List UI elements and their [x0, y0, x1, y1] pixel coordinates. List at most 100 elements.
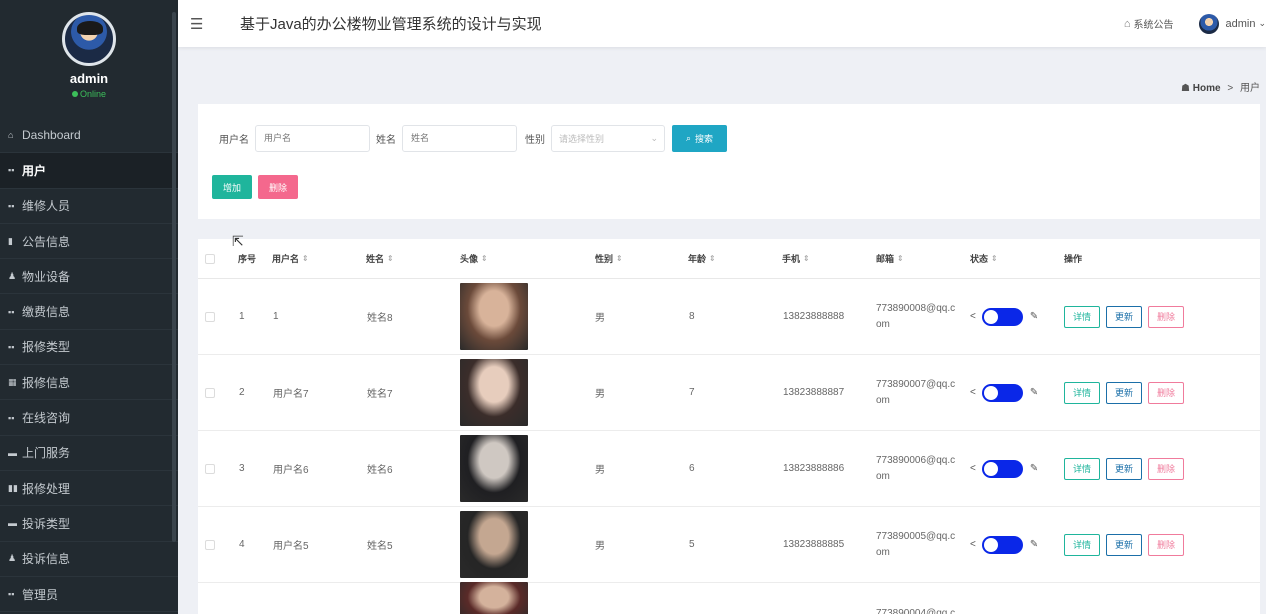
user-menu[interactable]: admin ⌄: [1199, 13, 1266, 34]
sidebar: admin Online ⌂ Dashboard ▪▪ 用户 ▪▪ 维修人员 ▮ 公告信息 ♟ 物…: [0, 0, 178, 614]
share-icon[interactable]: <: [970, 311, 976, 322]
breadcrumb-current: 用户: [1240, 83, 1260, 94]
detail-button[interactable]: 详情: [1064, 533, 1101, 556]
sidebar-item-12[interactable]: ♟ 投诉信息: [0, 542, 178, 577]
breadcrumb-home[interactable]: Home: [1193, 83, 1221, 94]
sidebar-item-0[interactable]: ⌂ Dashboard: [0, 118, 178, 154]
sidebar-item-1[interactable]: ▪▪ 用户: [0, 153, 178, 189]
share-icon[interactable]: <: [970, 387, 976, 398]
status-toggle[interactable]: [981, 535, 1023, 554]
detail-button[interactable]: 详情: [1064, 457, 1101, 480]
sort-icon[interactable]: ⇕: [897, 254, 904, 263]
sidebar-item-label: Dashboard: [22, 128, 81, 143]
sort-icon[interactable]: ⇕: [991, 254, 998, 263]
sidebar-scrollbar[interactable]: [172, 12, 176, 542]
column-header-email[interactable]: 邮箱: [876, 252, 894, 265]
name-search-input[interactable]: [402, 124, 517, 152]
sidebar-item-2[interactable]: ▪▪ 维修人员: [0, 189, 178, 224]
sort-icon[interactable]: ⇕: [481, 254, 488, 263]
breadcrumb-separator: >: [1227, 83, 1234, 94]
sidebar-item-3[interactable]: ▮ 公告信息: [0, 224, 178, 260]
sidebar-item-10[interactable]: ▮▮ 报修处理: [0, 471, 178, 507]
column-header-name[interactable]: 姓名: [366, 252, 384, 265]
online-status: Online: [0, 89, 178, 99]
column-header-phone[interactable]: 手机: [782, 252, 800, 265]
share-icon[interactable]: <: [970, 463, 976, 474]
row-checkbox[interactable]: [205, 387, 215, 398]
table-body: 1 1 姓名8 男 8 13823888888 773890008@qq.com < ✎ 详情 更新…: [198, 279, 1260, 614]
sort-icon[interactable]: ⇕: [302, 254, 309, 263]
sort-icon[interactable]: ⇕: [803, 254, 810, 263]
detail-button[interactable]: 详情: [1064, 381, 1101, 404]
share-icon[interactable]: <: [970, 539, 976, 550]
delete-button[interactable]: 删除: [1148, 381, 1185, 404]
search-button[interactable]: ⌕ 搜索: [672, 124, 728, 152]
status-toggle[interactable]: [981, 383, 1023, 402]
menu-item-icon: ▪▪: [8, 200, 15, 211]
toggle-knob: [983, 461, 998, 476]
delete-button[interactable]: 删除: [1148, 457, 1185, 480]
system-notice-link[interactable]: ⌂ 系统公告: [1124, 16, 1174, 32]
row-checkbox[interactable]: [205, 539, 215, 550]
sort-icon[interactable]: ⇕: [616, 254, 623, 263]
column-header-avatar[interactable]: 头像: [460, 252, 478, 265]
table-row: 2 用户名7 姓名7 男 7 13823888887 773890007@qq.com < ✎ 详…: [198, 355, 1260, 431]
sort-icon[interactable]: ⇕: [387, 254, 394, 263]
row-checkbox[interactable]: [205, 311, 215, 322]
cell-username: 用户名6: [273, 465, 309, 476]
sidebar-item-4[interactable]: ♟ 物业设备: [0, 259, 178, 295]
sidebar-item-label: 用户: [22, 163, 47, 178]
search-form: 用户名 姓名 性别 请选择性别 ⌄ ⌕ 搜索: [198, 124, 728, 152]
cell-email: 773890004@qq.c: [876, 608, 956, 614]
cell-email: 773890008@qq.com: [876, 302, 956, 330]
column-header-username[interactable]: 用户名: [272, 252, 299, 265]
sidebar-item-8[interactable]: ▪▪ 在线咨询: [0, 400, 178, 436]
edit-icon[interactable]: ✎: [1030, 463, 1038, 474]
gender-label: 性别: [525, 134, 545, 146]
chevron-down-icon: ⌄: [1258, 18, 1266, 28]
cell-username: 1: [273, 311, 279, 322]
batch-delete-button[interactable]: 删除: [258, 175, 298, 199]
cell-phone: 13823888885: [783, 539, 845, 550]
add-button[interactable]: 增加: [212, 175, 252, 199]
column-header-status[interactable]: 状态: [970, 252, 988, 265]
detail-button[interactable]: 详情: [1064, 305, 1101, 328]
delete-button[interactable]: 删除: [1148, 305, 1185, 328]
sidebar-item-6[interactable]: ▪▪ 报修类型: [0, 330, 178, 366]
status-toggle[interactable]: [981, 459, 1023, 478]
sidebar-item-9[interactable]: ▬ 上门服务: [0, 436, 178, 471]
delete-button[interactable]: 删除: [1148, 533, 1185, 556]
select-all-checkbox[interactable]: [205, 253, 215, 264]
sidebar-item-5[interactable]: ▪▪ 缴费信息: [0, 294, 178, 330]
username-search-input[interactable]: [255, 124, 370, 152]
column-header-age[interactable]: 年龄: [688, 252, 706, 265]
user-photo: [460, 582, 528, 614]
gender-select[interactable]: 请选择性别 ⌄: [551, 124, 665, 152]
update-button[interactable]: 更新: [1106, 533, 1143, 556]
sidebar-item-13[interactable]: ▪▪ 管理员: [0, 577, 178, 613]
cell-age: 5: [689, 539, 695, 550]
online-dot-icon: [71, 91, 78, 97]
table-row: 4 用户名5 姓名5 男 5 13823888885 773890005@qq.com < ✎ 详…: [198, 507, 1260, 583]
row-checkbox[interactable]: [205, 463, 215, 474]
online-status-label: Online: [79, 89, 106, 99]
column-header-gender[interactable]: 性别: [595, 252, 613, 265]
breadcrumb: ☗ Home > 用户: [1181, 79, 1260, 94]
update-button[interactable]: 更新: [1106, 457, 1143, 480]
edit-icon[interactable]: ✎: [1030, 539, 1038, 550]
sidebar-item-7[interactable]: ▦ 报修信息: [0, 365, 178, 401]
home-icon: ☗: [1181, 83, 1191, 94]
status-toggle[interactable]: [981, 307, 1023, 326]
menu-item-icon: ▪▪: [8, 589, 15, 599]
sort-icon[interactable]: ⇕: [709, 254, 716, 263]
update-button[interactable]: 更新: [1106, 381, 1143, 404]
sidebar-item-11[interactable]: ▬ 投诉类型: [0, 506, 178, 542]
app-title: 基于Java的办公楼物业管理系统的设计与实现: [240, 16, 542, 33]
toggle-knob: [983, 309, 998, 324]
menu-toggle-icon[interactable]: ☰: [190, 15, 210, 33]
sidebar-item-label: 在线咨询: [22, 411, 71, 426]
sidebar-username: admin: [69, 71, 109, 86]
edit-icon[interactable]: ✎: [1030, 387, 1038, 398]
update-button[interactable]: 更新: [1106, 305, 1143, 328]
edit-icon[interactable]: ✎: [1030, 311, 1038, 322]
